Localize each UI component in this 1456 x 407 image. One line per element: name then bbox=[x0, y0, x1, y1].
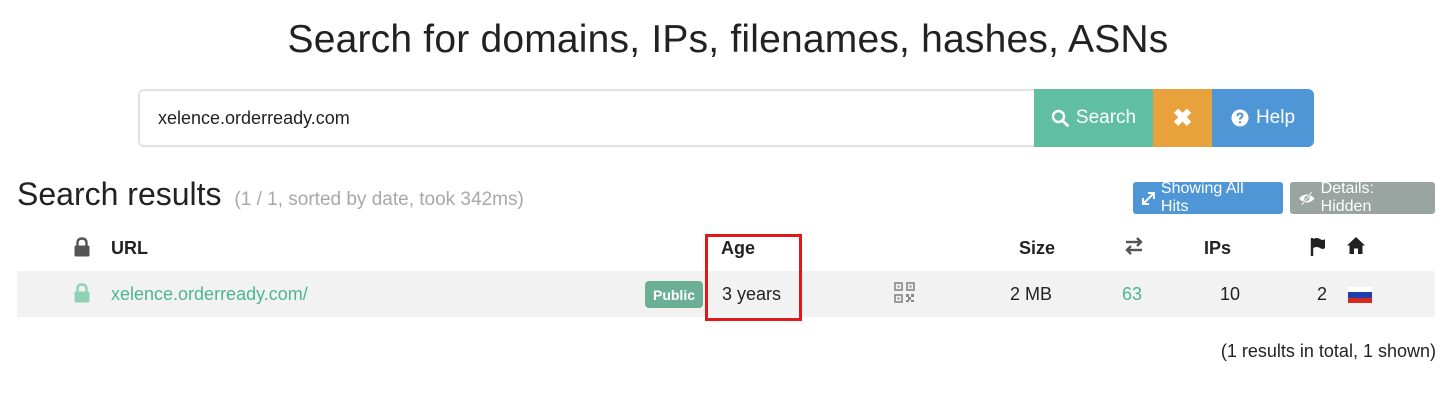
clear-button[interactable]: ✖ bbox=[1153, 89, 1212, 147]
result-url-link[interactable]: xelence.orderready.com/ bbox=[111, 284, 308, 305]
qr-code-icon[interactable] bbox=[894, 282, 915, 303]
eye-slash-icon bbox=[1298, 190, 1315, 206]
search-input[interactable] bbox=[138, 89, 1034, 147]
results-heading: Search results (1 / 1, sorted by date, t… bbox=[17, 176, 524, 213]
visibility-badge: Public bbox=[645, 281, 703, 308]
search-button[interactable]: Search bbox=[1034, 89, 1153, 147]
result-size: 2 MB bbox=[1010, 284, 1053, 304]
showing-all-hits-button[interactable]: Showing All Hits bbox=[1133, 180, 1283, 215]
help-button-label: Help bbox=[1255, 107, 1296, 128]
lock-icon bbox=[74, 237, 90, 257]
expand-arrows-icon bbox=[1141, 191, 1155, 205]
search-icon bbox=[1051, 109, 1069, 127]
results-title: Search results bbox=[17, 176, 222, 212]
result-requests-link[interactable]: 63 bbox=[1122, 284, 1142, 305]
unlocked-icon bbox=[74, 283, 90, 303]
age-highlight-box bbox=[705, 234, 802, 321]
showing-all-hits-label: Showing All Hits bbox=[1160, 180, 1244, 215]
home-icon bbox=[1347, 237, 1365, 254]
search-button-label: Search bbox=[1075, 107, 1137, 128]
column-header-ips[interactable]: IPs bbox=[1204, 238, 1231, 259]
result-countries: 2 bbox=[1317, 284, 1328, 304]
close-icon: ✖ bbox=[1172, 104, 1193, 132]
help-button[interactable]: Help bbox=[1212, 89, 1314, 147]
column-header-size[interactable]: Size bbox=[1019, 238, 1055, 259]
requests-arrows-icon bbox=[1125, 237, 1143, 255]
result-ips: 10 bbox=[1220, 284, 1241, 304]
page-title: Search for domains, IPs, filenames, hash… bbox=[287, 18, 1169, 61]
details-toggle-button[interactable]: Details: Hidden bbox=[1290, 180, 1435, 215]
column-header-url[interactable]: URL bbox=[111, 238, 148, 259]
russia-flag-icon bbox=[1348, 287, 1372, 303]
results-meta: (1 / 1, sorted by date, took 342ms) bbox=[234, 189, 524, 210]
search-bar: Search ✖ Help bbox=[138, 89, 1314, 147]
flag-icon bbox=[1310, 238, 1325, 256]
details-toggle-label: Details: Hidden bbox=[1320, 180, 1374, 215]
question-circle-icon bbox=[1231, 109, 1249, 127]
results-count-note: (1 results in total, 1 shown) bbox=[1220, 341, 1436, 361]
